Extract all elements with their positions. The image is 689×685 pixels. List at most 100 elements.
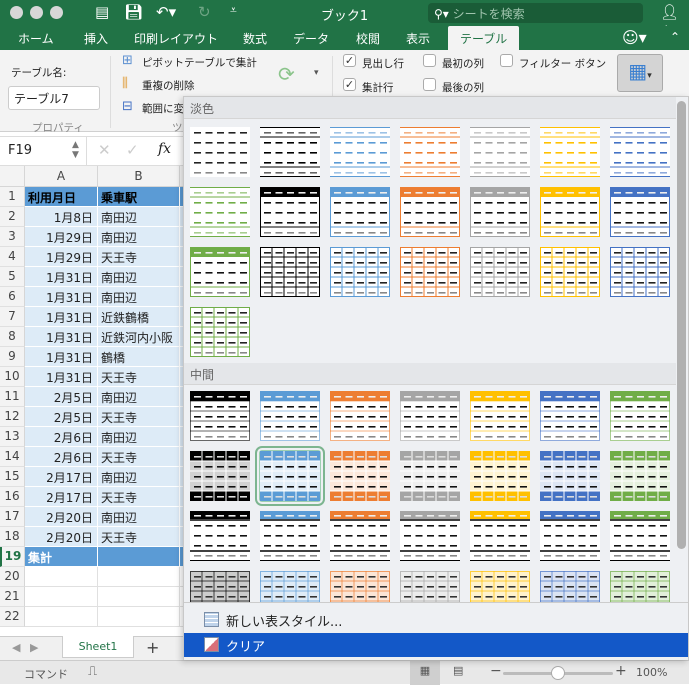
cell-station[interactable]: 近鉄鶴橋 [98,307,180,327]
page-layout-view-icon[interactable]: ▤ [453,664,463,677]
table-style-medium-6[interactable] [539,390,601,442]
table-style-light-22[interactable] [189,306,251,358]
macro-record-icon[interactable]: ⎍ [88,664,97,679]
row-header[interactable]: 14 [0,447,25,467]
table-style-light-4[interactable] [399,126,461,178]
cell-station[interactable]: 南田辺 [98,267,180,287]
cell-date[interactable]: 2月20日 [25,507,98,527]
table-style-medium-4[interactable] [399,390,461,442]
row-header[interactable]: 5 [0,267,25,287]
function-icon[interactable]: fx [158,141,171,157]
row-header[interactable]: 22 [0,607,25,627]
cell-station[interactable] [98,587,180,607]
cell-date[interactable]: 2月17日 [25,487,98,507]
next-sheet-icon[interactable]: ▶ [30,641,38,654]
cell-date[interactable] [25,607,98,627]
row-header[interactable]: 21 [0,587,25,607]
table-style-light-15[interactable] [189,246,251,298]
cell-station[interactable]: 天王寺 [98,247,180,267]
table-style-light-9[interactable] [259,186,321,238]
cell-date[interactable]: 2月6日 [25,447,98,467]
tab-table[interactable]: テーブル [448,26,520,50]
table-style-light-16[interactable] [259,246,321,298]
table-style-light-17[interactable] [329,246,391,298]
row-header[interactable]: 1 [0,187,25,207]
table-style-medium-16[interactable] [259,510,321,562]
name-box-stepper[interactable]: ▲ ▼ [72,140,79,160]
cell-station[interactable] [98,607,180,627]
row-header[interactable]: 20 [0,567,25,587]
tab-view[interactable]: 表示 [406,30,430,47]
table-style-medium-10[interactable] [329,450,391,502]
search-sheet-input[interactable]: ⚲▾ シートを検索 [428,3,643,23]
new-table-style-item[interactable]: 新しい表スタイル... [184,608,688,632]
tab-review[interactable]: 校閲 [356,30,380,47]
row-header[interactable]: 4 [0,247,25,267]
table-style-medium-17[interactable] [329,510,391,562]
cell-station[interactable]: 天王寺 [98,527,180,547]
table-style-medium-1[interactable] [189,390,251,442]
row-header[interactable]: 2 [0,207,25,227]
pivot-summarize-button[interactable]: ピボットテーブルで集計 [142,55,257,70]
table-style-medium-14[interactable] [609,450,671,502]
row-header[interactable]: 10 [0,367,25,387]
convert-to-range-button[interactable]: 範囲に変 [142,101,184,116]
cell-date[interactable]: 1月31日 [25,307,98,327]
table-style-medium-18[interactable] [399,510,461,562]
table-style-light-12[interactable] [469,186,531,238]
table-style-medium-12[interactable] [469,450,531,502]
table-style-light-13[interactable] [539,186,601,238]
table-style-light-10[interactable] [329,186,391,238]
table-style-light-18[interactable] [399,246,461,298]
cell-date[interactable]: 2月5日 [25,407,98,427]
cell-date[interactable] [25,567,98,587]
add-sheet-button[interactable]: + [146,638,159,657]
cell-date[interactable]: 2月20日 [25,527,98,547]
clear-style-item[interactable]: クリア [184,633,688,657]
cell-date[interactable]: 1月29日 [25,227,98,247]
table-style-light-20[interactable] [539,246,601,298]
cell-date[interactable]: 1月31日 [25,327,98,347]
last-column-checkbox[interactable] [423,78,436,91]
row-header[interactable]: 8 [0,327,25,347]
table-style-medium-2[interactable] [259,390,321,442]
cancel-icon[interactable]: ✕ [98,141,111,159]
cell-station[interactable]: 南田辺 [98,387,180,407]
table-style-light-7[interactable] [609,126,671,178]
row-header[interactable]: 19 [0,547,25,567]
refresh-dropdown-icon[interactable]: ▾ [314,68,319,78]
table-style-medium-21[interactable] [609,510,671,562]
row-header[interactable]: 12 [0,407,25,427]
zoom-slider-handle[interactable] [551,666,565,680]
cell-date[interactable]: 2月17日 [25,467,98,487]
total-row-checkbox[interactable]: ✓ [343,78,356,91]
spreadsheet-grid[interactable]: A B 1 利用月日 乗車駅 2 1月8日 南田辺 3 1月29日 南田辺 4 … [0,166,190,636]
enter-icon[interactable]: ✓ [126,141,139,159]
cell-station[interactable] [98,547,180,567]
table-style-light-21[interactable] [609,246,671,298]
cell-station[interactable]: 南田辺 [98,287,180,307]
cell-station[interactable]: 天王寺 [98,487,180,507]
table-style-medium-11[interactable] [399,450,461,502]
cell-station[interactable]: 南田辺 [98,467,180,487]
row-header[interactable]: 9 [0,347,25,367]
cell-date[interactable]: 利用月日 [25,187,98,207]
tab-page-layout[interactable]: 印刷レイアウト [134,30,218,47]
cell-station[interactable]: 南田辺 [98,227,180,247]
cell-station[interactable]: 鶴橋 [98,347,180,367]
tab-formulas[interactable]: 数式 [243,30,267,47]
normal-view-button[interactable]: ▦ [410,661,440,685]
remove-duplicates-button[interactable]: 重複の削除 [142,78,195,93]
table-style-light-19[interactable] [469,246,531,298]
table-style-light-5[interactable] [469,126,531,178]
table-styles-button[interactable]: ▦▾ [617,54,663,92]
collapse-ribbon-icon[interactable]: ⌃ [670,30,680,44]
first-column-checkbox[interactable] [423,54,436,67]
cell-date[interactable]: 1月8日 [25,207,98,227]
tab-data[interactable]: データ [293,30,329,47]
header-row-checkbox[interactable]: ✓ [343,54,356,67]
row-header[interactable]: 17 [0,507,25,527]
column-header-b[interactable]: B [98,166,180,187]
table-style-light-6[interactable] [539,126,601,178]
cell-date[interactable]: 1月29日 [25,247,98,267]
